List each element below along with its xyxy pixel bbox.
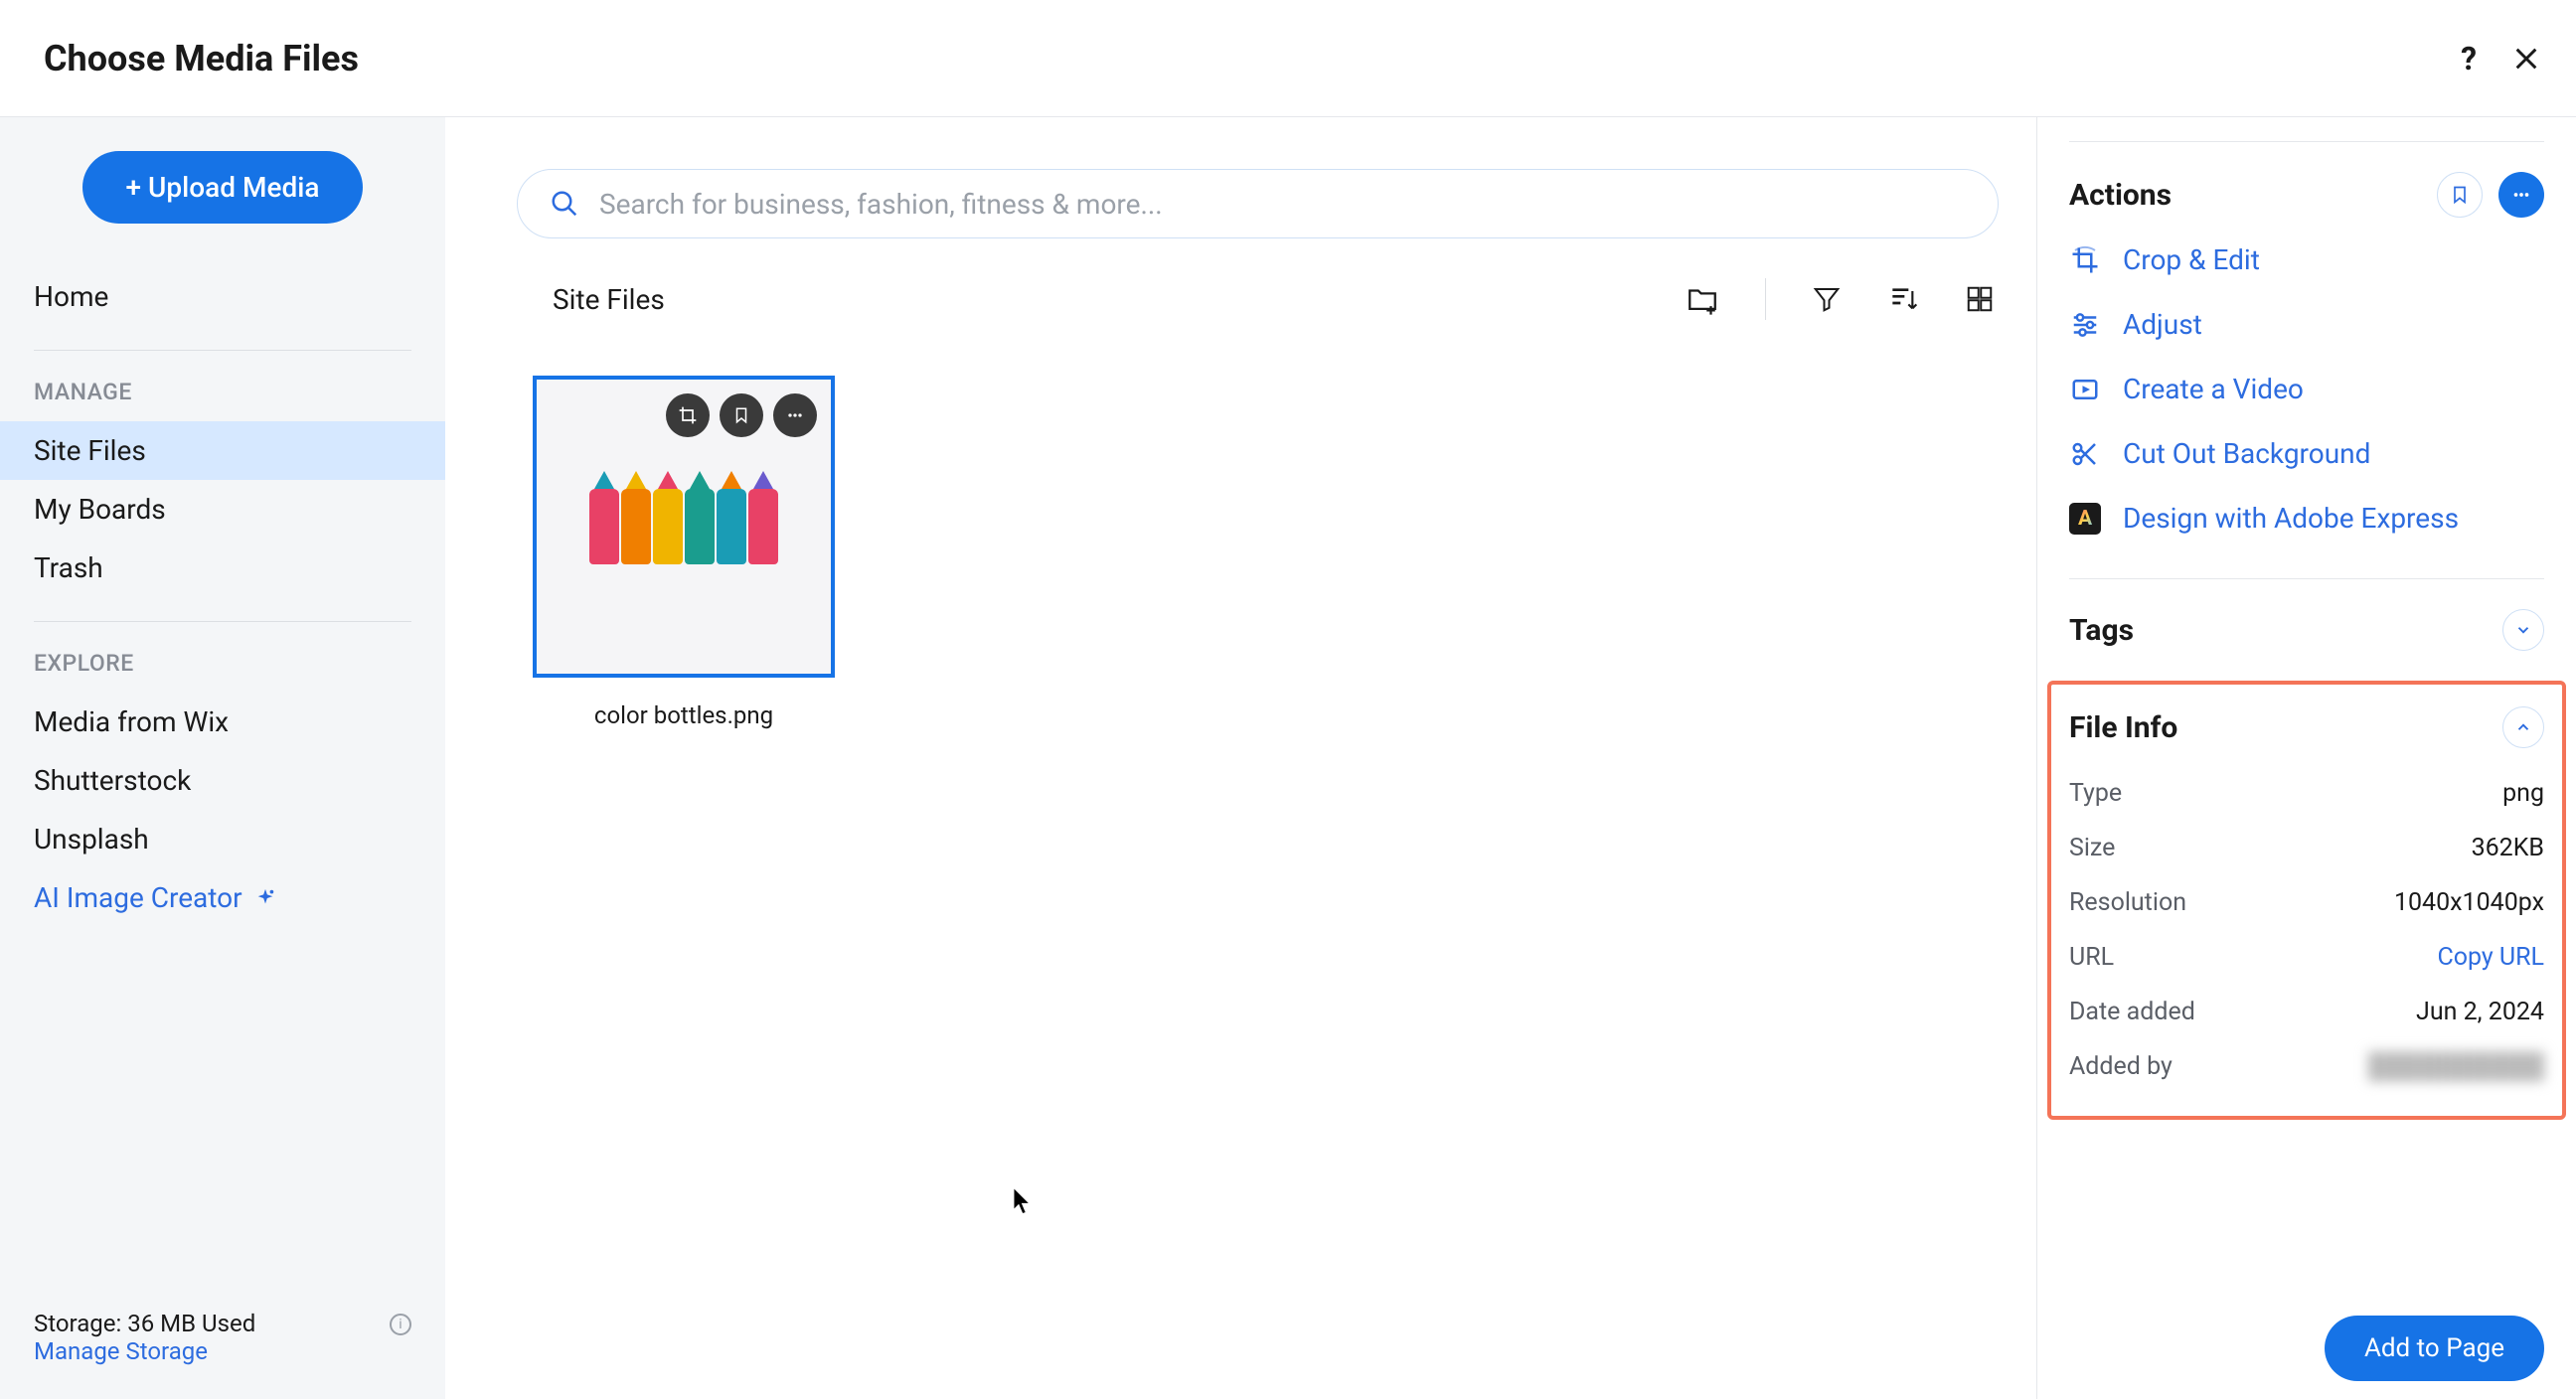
media-thumbnail[interactable] bbox=[533, 376, 835, 678]
sidebar-item-site-files[interactable]: Site Files bbox=[0, 421, 445, 480]
add-to-page-button[interactable]: Add to Page bbox=[2325, 1316, 2544, 1381]
sidebar-item-media-wix[interactable]: Media from Wix bbox=[0, 693, 445, 751]
copy-url-link[interactable]: Copy URL bbox=[2437, 943, 2544, 972]
actions-list: Crop & Edit Adjust Create a Video Cut Ou… bbox=[2069, 243, 2544, 535]
divider bbox=[34, 621, 411, 622]
content-area: Site Files bbox=[445, 117, 2036, 1399]
info-row-size: Size 362KB bbox=[2069, 821, 2544, 875]
adobe-icon: A bbox=[2069, 503, 2101, 535]
sidebar-item-home[interactable]: Home bbox=[0, 267, 445, 326]
thumbnail-image bbox=[589, 489, 778, 564]
info-value: png bbox=[2502, 779, 2544, 808]
sidebar-item-unsplash[interactable]: Unsplash bbox=[0, 810, 445, 868]
info-label: Type bbox=[2069, 779, 2122, 808]
info-value: 1040x1040px bbox=[2394, 888, 2544, 917]
action-adobe-express[interactable]: A Design with Adobe Express bbox=[2069, 502, 2544, 535]
info-label: Resolution bbox=[2069, 888, 2186, 917]
storage-info: Storage: 36 MB Used Manage Storage i bbox=[0, 1310, 445, 1399]
info-row-resolution: Resolution 1040x1040px bbox=[2069, 875, 2544, 930]
storage-label: Storage: 36 MB Used bbox=[34, 1310, 255, 1337]
info-value-hidden: ██████████ bbox=[2368, 1052, 2544, 1081]
info-label: Date added bbox=[2069, 998, 2195, 1026]
divider bbox=[2069, 578, 2544, 579]
new-folder-icon[interactable] bbox=[1686, 282, 1719, 316]
page-title: Choose Media Files bbox=[44, 38, 359, 79]
media-item[interactable]: color bottles.png bbox=[533, 376, 835, 729]
header-actions: ? bbox=[2461, 40, 2540, 78]
tags-header[interactable]: Tags bbox=[2069, 609, 2544, 651]
bookmark-icon[interactable] bbox=[720, 393, 763, 437]
info-row-url: URL Copy URL bbox=[2069, 930, 2544, 985]
actions-header: Actions bbox=[2069, 172, 2544, 218]
search-icon bbox=[550, 189, 579, 219]
crop-icon[interactable] bbox=[666, 393, 710, 437]
fileinfo-title: File Info bbox=[2069, 710, 2177, 745]
chevron-down-icon[interactable] bbox=[2502, 609, 2544, 651]
close-icon[interactable] bbox=[2512, 45, 2540, 73]
ai-label: AI Image Creator bbox=[34, 881, 242, 914]
sort-icon[interactable] bbox=[1887, 283, 1919, 315]
sliders-icon bbox=[2069, 309, 2101, 341]
sparkle-icon bbox=[254, 887, 276, 909]
action-cut-background[interactable]: Cut Out Background bbox=[2069, 437, 2544, 470]
info-label: Added by bbox=[2069, 1052, 2173, 1081]
info-label: Size bbox=[2069, 834, 2115, 862]
divider bbox=[2069, 141, 2544, 142]
chevron-up-icon[interactable] bbox=[2502, 706, 2544, 748]
info-value: Jun 2, 2024 bbox=[2416, 998, 2544, 1026]
sidebar-item-ai-creator[interactable]: AI Image Creator bbox=[0, 868, 445, 927]
sidebar-item-shutterstock[interactable]: Shutterstock bbox=[0, 751, 445, 810]
media-filename: color bottles.png bbox=[533, 701, 835, 729]
scissors-icon bbox=[2069, 438, 2101, 470]
upload-media-button[interactable]: + Upload Media bbox=[82, 151, 364, 224]
tags-title: Tags bbox=[2069, 613, 2134, 648]
action-create-video[interactable]: Create a Video bbox=[2069, 373, 2544, 405]
action-crop-edit[interactable]: Crop & Edit bbox=[2069, 243, 2544, 276]
fileinfo-header[interactable]: File Info bbox=[2069, 706, 2544, 748]
info-icon[interactable]: i bbox=[390, 1314, 411, 1335]
sidebar: + Upload Media Home MANAGE Site Files My… bbox=[0, 117, 445, 1399]
file-info-section: File Info Type png Size 362KB Resolution 10… bbox=[2047, 681, 2566, 1120]
crop-icon bbox=[2069, 244, 2101, 276]
header: Choose Media Files ? bbox=[0, 0, 2576, 117]
more-actions-icon[interactable] bbox=[2498, 172, 2544, 218]
search-input[interactable] bbox=[599, 188, 1966, 221]
action-label: Crop & Edit bbox=[2123, 243, 2260, 276]
sidebar-heading-manage: MANAGE bbox=[0, 379, 445, 421]
separator bbox=[1765, 278, 1766, 320]
thumbnail-tools bbox=[666, 393, 817, 437]
info-row-type: Type png bbox=[2069, 766, 2544, 821]
actions-title: Actions bbox=[2069, 178, 2172, 213]
action-label: Adjust bbox=[2123, 308, 2202, 341]
info-row-date: Date added Jun 2, 2024 bbox=[2069, 985, 2544, 1039]
action-label: Create a Video bbox=[2123, 373, 2304, 405]
bookmark-icon[interactable] bbox=[2437, 172, 2483, 218]
search-bar[interactable] bbox=[517, 169, 1999, 238]
sidebar-heading-explore: EXPLORE bbox=[0, 650, 445, 693]
info-value: 362KB bbox=[2472, 834, 2544, 862]
action-adjust[interactable]: Adjust bbox=[2069, 308, 2544, 341]
info-label: URL bbox=[2069, 943, 2114, 972]
manage-storage-link[interactable]: Manage Storage bbox=[34, 1337, 208, 1365]
video-icon bbox=[2069, 374, 2101, 405]
thumbnail-grid: color bottles.png bbox=[517, 376, 1999, 729]
sidebar-item-my-boards[interactable]: My Boards bbox=[0, 480, 445, 539]
divider bbox=[34, 350, 411, 351]
action-label: Design with Adobe Express bbox=[2123, 502, 2459, 535]
breadcrumb[interactable]: Site Files bbox=[553, 283, 665, 316]
info-row-addedby: Added by ██████████ bbox=[2069, 1039, 2544, 1094]
sidebar-item-trash[interactable]: Trash bbox=[0, 539, 445, 597]
content-header: Site Files bbox=[517, 278, 1999, 320]
more-icon[interactable] bbox=[773, 393, 817, 437]
content-toolbar bbox=[1686, 278, 1995, 320]
grid-view-icon[interactable] bbox=[1965, 284, 1995, 314]
filter-icon[interactable] bbox=[1812, 284, 1842, 314]
right-panel: Actions Crop & Edit Adjust Create a Vi bbox=[2036, 117, 2576, 1399]
action-label: Cut Out Background bbox=[2123, 437, 2370, 470]
help-icon[interactable]: ? bbox=[2461, 40, 2477, 78]
